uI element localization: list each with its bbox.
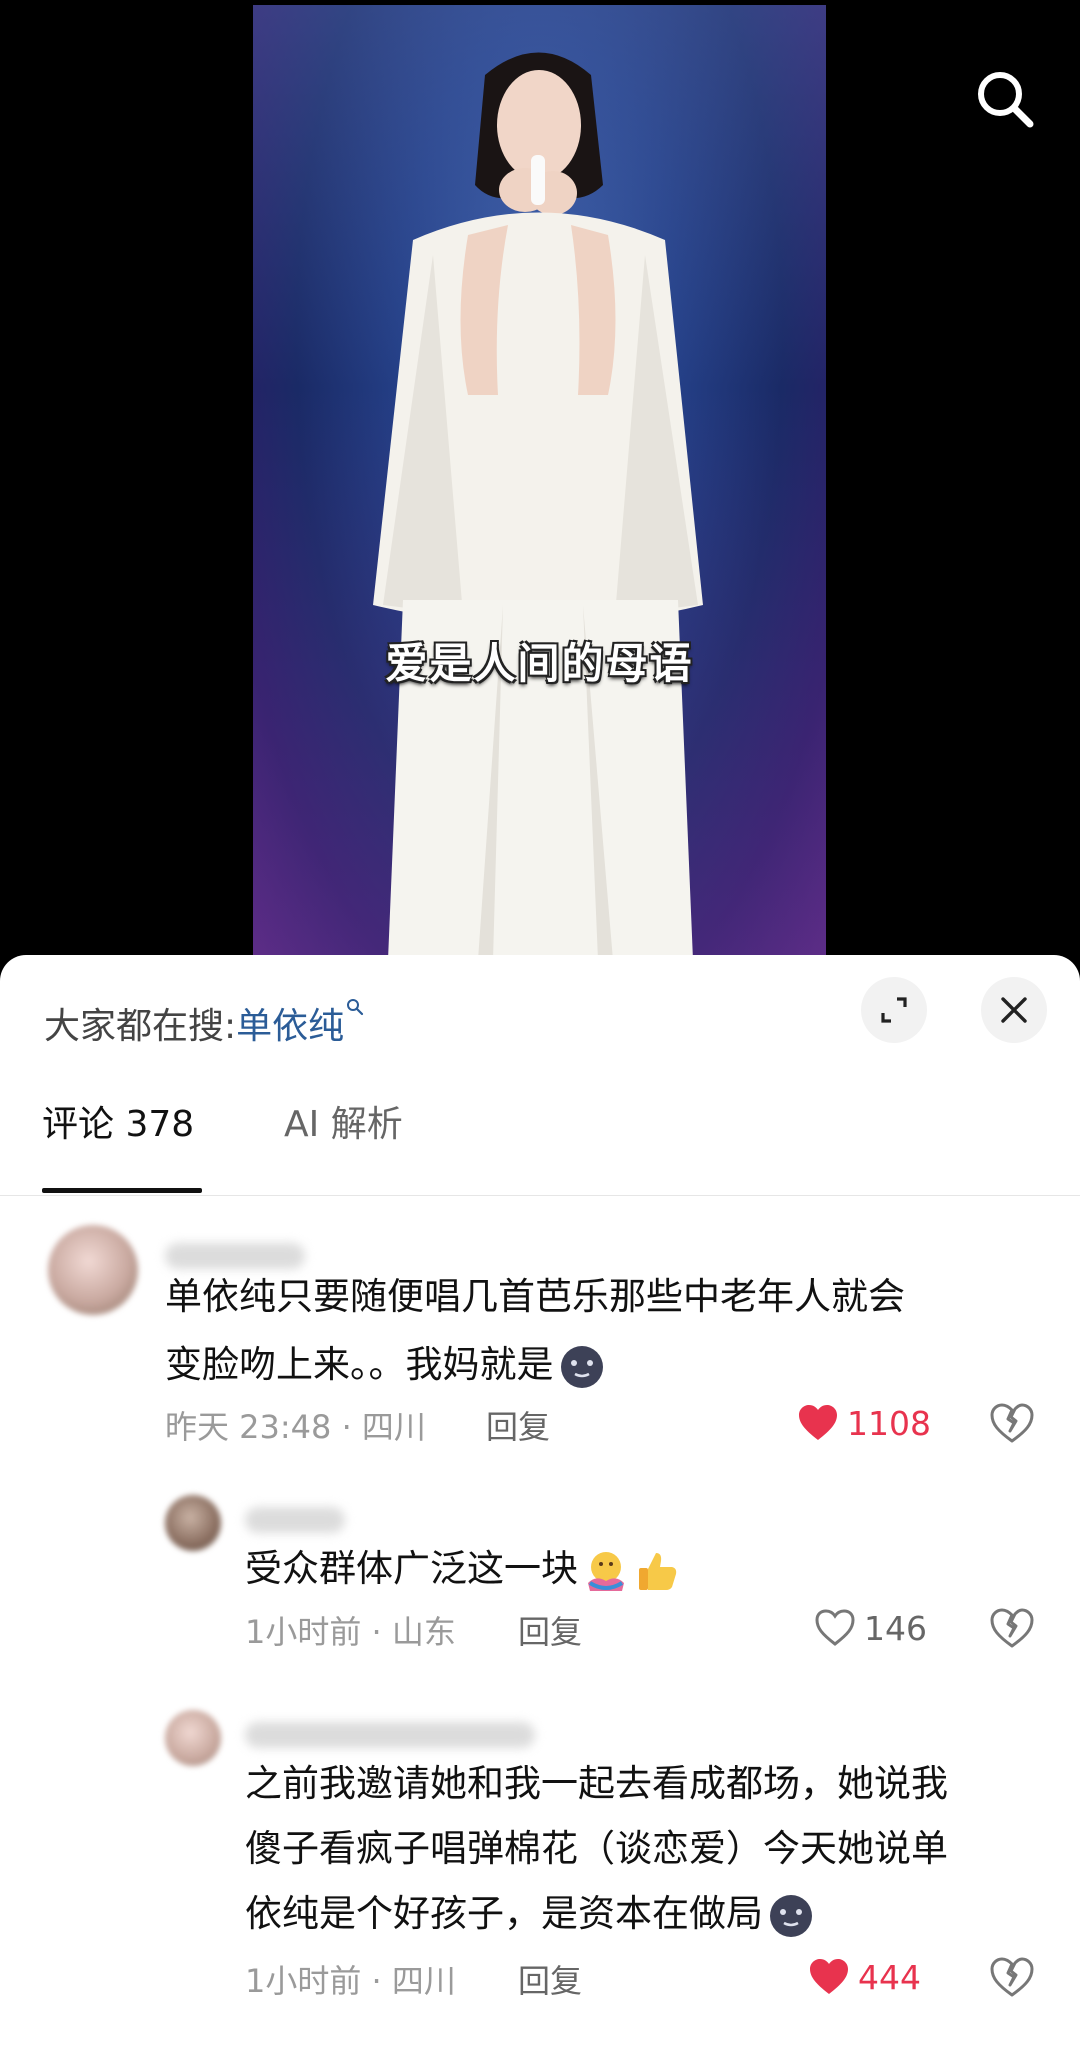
avatar[interactable]	[165, 1495, 221, 1551]
heart-outline-icon	[815, 1609, 855, 1646]
active-tab-indicator	[42, 1188, 202, 1193]
like-button[interactable]: 1108	[797, 1399, 931, 1447]
moon-face-emoji	[770, 1894, 812, 1937]
search-mini-icon	[346, 997, 364, 1022]
avatar[interactable]	[48, 1225, 138, 1315]
heart-filled-icon	[810, 1959, 848, 1994]
reply-comment-item: 受众群体广泛这一块 1小时前 · 山东 回复 146	[0, 1495, 1080, 1695]
tab-ai-analysis[interactable]: AI 解析	[284, 1095, 403, 1147]
video-subtitle: 爱是人间的母语	[385, 639, 694, 688]
close-button[interactable]	[981, 977, 1047, 1043]
comment-text-line: 变脸吻上来。。我妈就是	[165, 1331, 606, 1399]
trending-prefix: 大家都在搜:	[44, 1006, 237, 1047]
like-button[interactable]: 146	[814, 1604, 927, 1652]
like-count: 1108	[847, 1403, 931, 1443]
expand-button[interactable]	[861, 977, 927, 1043]
hug-emoji	[588, 1551, 624, 1591]
close-icon	[1001, 997, 1027, 1023]
singer-figure	[373, 52, 703, 960]
comment-text-line: 受众群体广泛这一块	[245, 1535, 682, 1603]
reply-button[interactable]: 回复	[518, 1607, 582, 1653]
reply-button[interactable]: 回复	[518, 1956, 582, 2002]
search-icon	[978, 72, 1034, 128]
comment-text-line: 之前我邀请她和我一起去看成都场，她说我	[245, 1762, 948, 1805]
username[interactable]	[245, 1722, 535, 1748]
trending-search: 大家都在搜:单依纯	[44, 997, 364, 1049]
like-count: 444	[858, 1957, 921, 1997]
comment-text-line: 单依纯只要随便唱几首芭乐那些中老年人就会	[165, 1275, 905, 1318]
search-button[interactable]	[970, 64, 1040, 134]
comment-time-location: 1小时前 · 山东	[245, 1613, 456, 1651]
video-frame[interactable]: 爱是人间的母语	[253, 5, 826, 960]
thumbs-up-emoji	[639, 1552, 677, 1590]
comment-time-location: 1小时前 · 四川	[245, 1962, 456, 2000]
comment-text-line: 依纯是个好孩子，是资本在做局	[245, 1880, 815, 1948]
comment-text: 变脸吻上来。。我妈就是	[165, 1343, 554, 1386]
avatar[interactable]	[165, 1710, 221, 1766]
moon-face-emoji	[560, 1345, 603, 1388]
username[interactable]	[245, 1507, 345, 1533]
video-player[interactable]: 爱是人间的母语	[0, 0, 1080, 960]
comment-time-location: 昨天 23:48 · 四川	[165, 1408, 426, 1446]
tab-bar: 评论 378 AI 解析	[0, 1095, 1080, 1151]
tab-divider	[0, 1195, 1080, 1196]
expand-icon	[881, 997, 907, 1023]
comment-text: 依纯是个好孩子，是资本在做局	[245, 1892, 763, 1935]
comment-text-line: 傻子看疯子唱弹棉花（谈恋爱）今天她说单	[245, 1827, 948, 1870]
like-count: 146	[864, 1608, 927, 1648]
reply-button[interactable]: 回复	[486, 1402, 550, 1448]
tab-comments[interactable]: 评论 378	[42, 1095, 194, 1147]
reply-comment-item: 之前我邀请她和我一起去看成都场，她说我 傻子看疯子唱弹棉花（谈恋爱）今天她说单 …	[0, 1710, 1080, 2040]
heart-filled-icon	[799, 1405, 837, 1440]
broken-heart-icon[interactable]	[988, 1953, 1036, 2001]
broken-heart-icon[interactable]	[988, 1399, 1036, 1447]
comment-item: 单依纯只要随便唱几首芭乐那些中老年人就会 变脸吻上来。。我妈就是 昨天 23:4…	[0, 1225, 1080, 1485]
comment-sheet: 大家都在搜:单依纯 评论 378 AI 解析 单依纯只要随便唱几首芭乐那些中老年…	[0, 955, 1080, 2046]
broken-heart-icon[interactable]	[988, 1604, 1036, 1652]
like-button[interactable]: 444	[808, 1953, 921, 2001]
trending-keyword-link[interactable]: 单依纯	[236, 1006, 344, 1047]
comment-text: 受众群体广泛这一块	[245, 1547, 578, 1590]
